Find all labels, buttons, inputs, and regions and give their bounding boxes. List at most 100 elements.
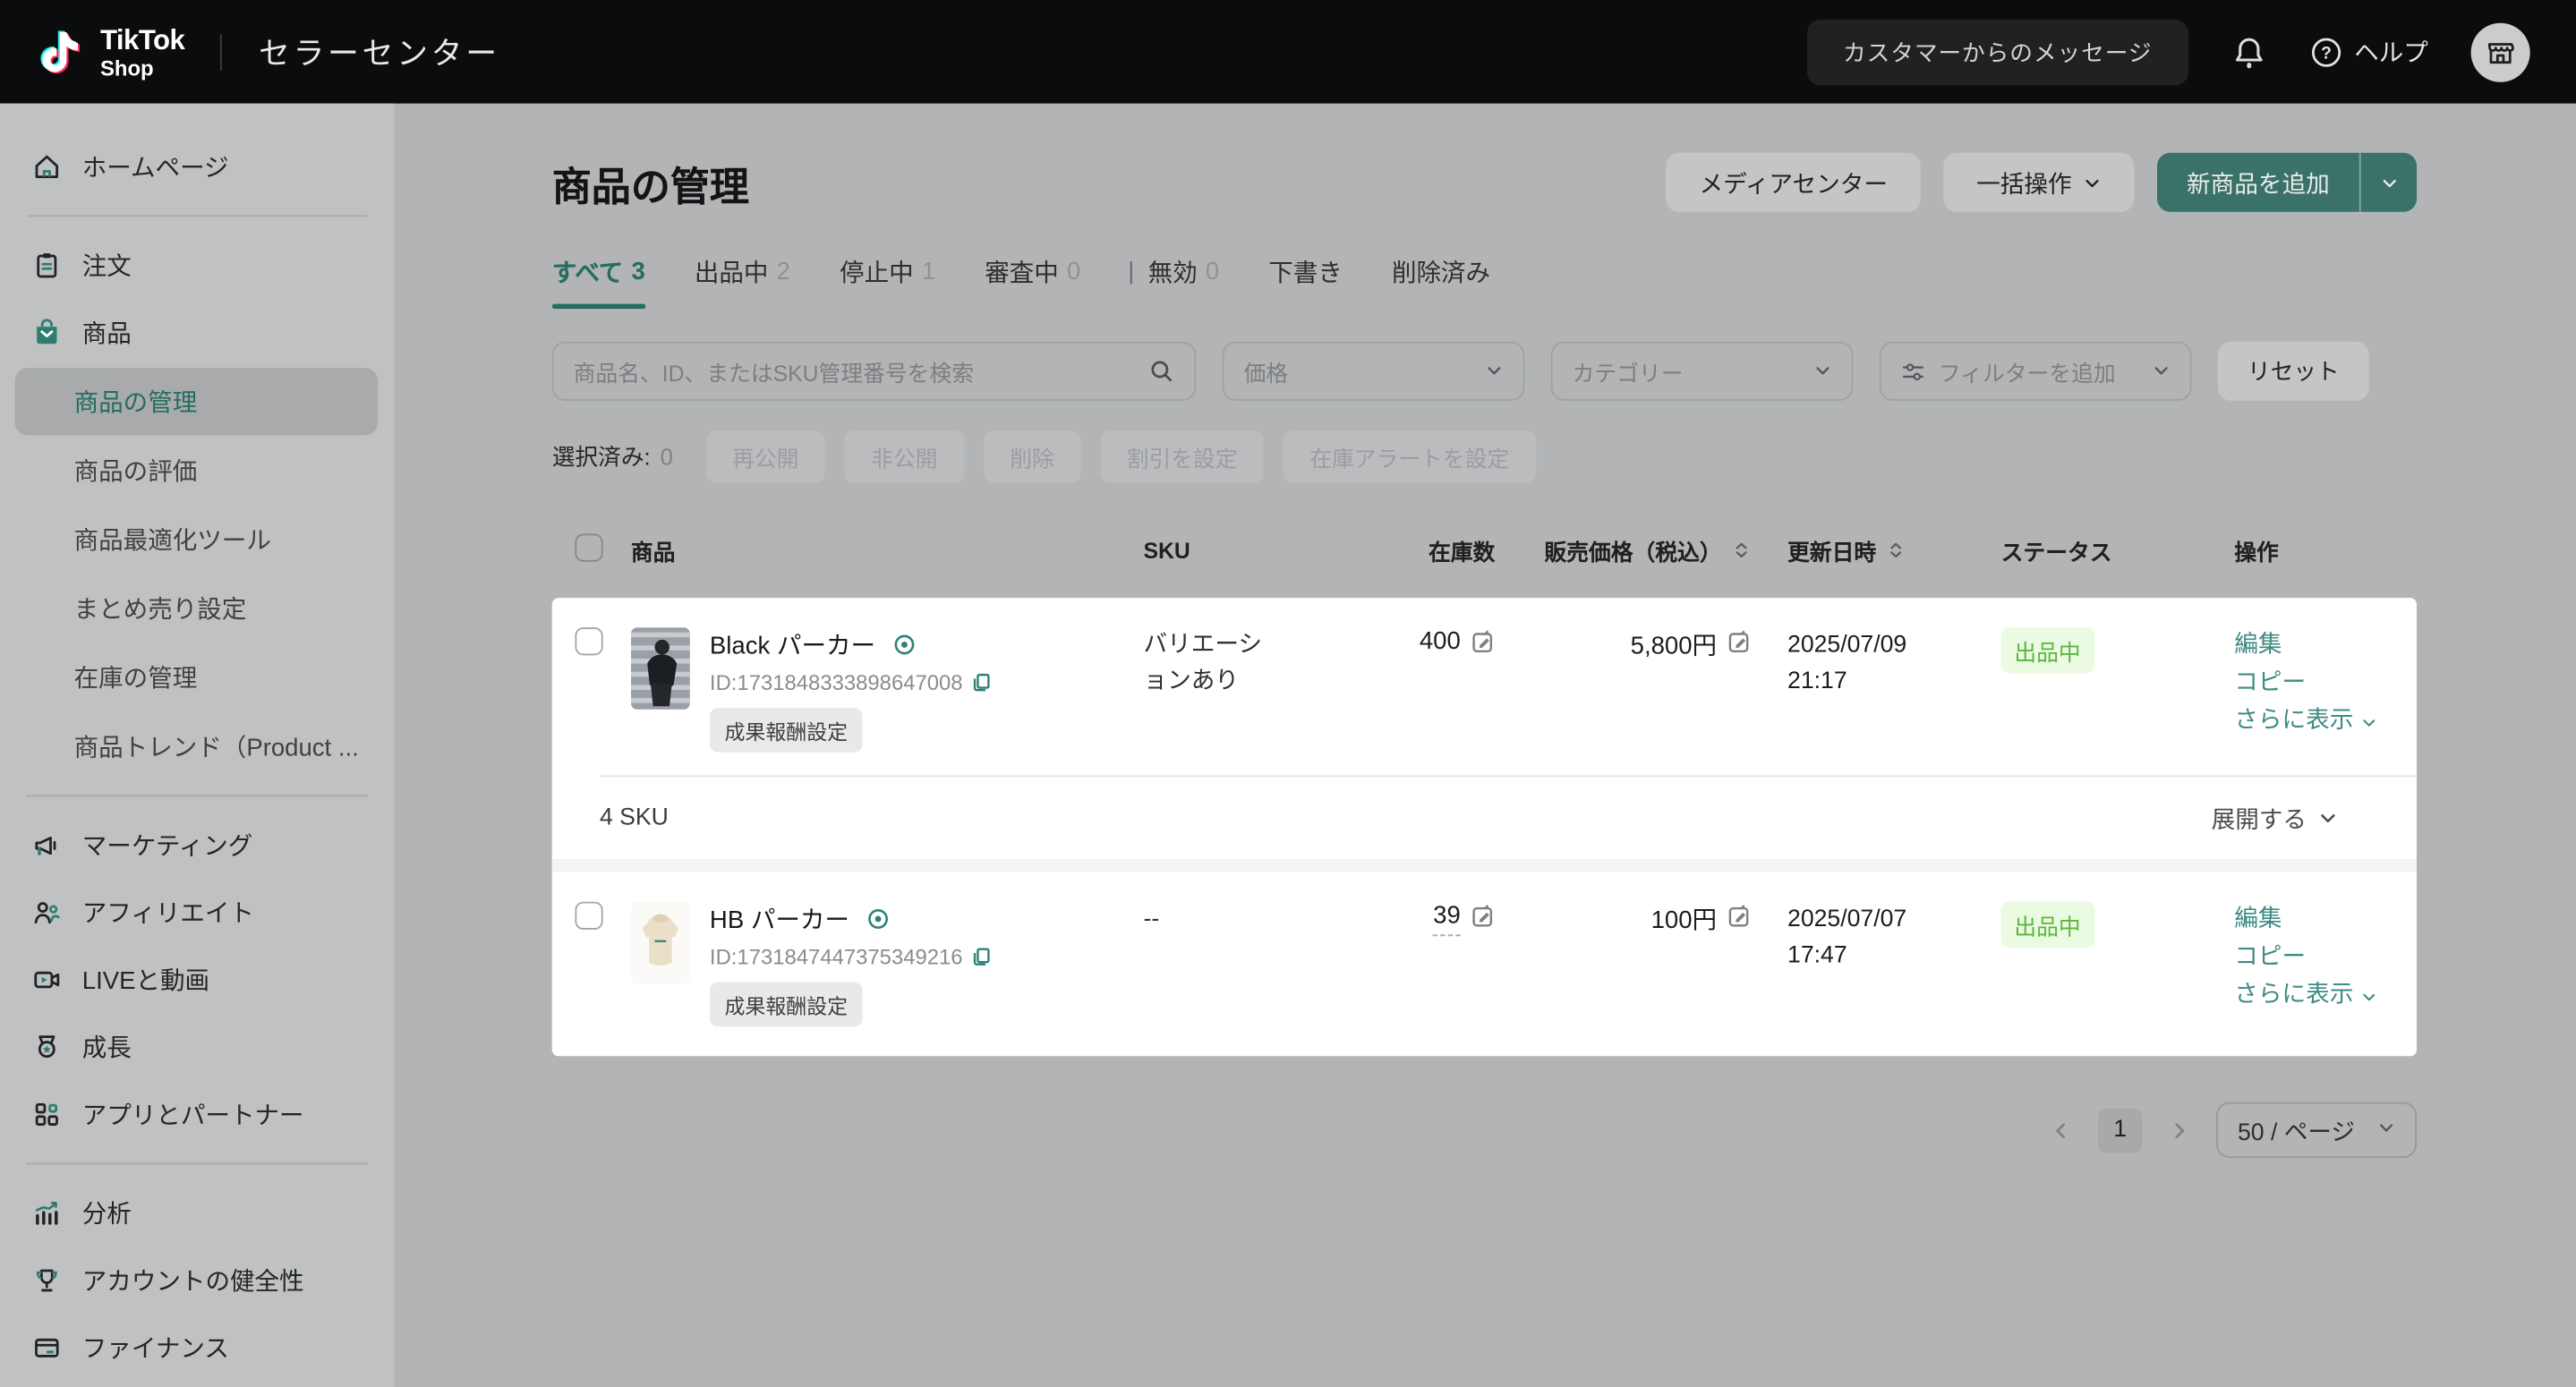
reset-button[interactable]: リセット	[2218, 342, 2369, 401]
add-product-button[interactable]: 新商品を追加	[2157, 153, 2359, 212]
show-more-link[interactable]: さらに表示	[2234, 703, 2393, 741]
set-stock-alert-button[interactable]: 在庫アラートを設定	[1284, 430, 1536, 483]
sidebar-item-finance[interactable]: ファイナンス	[0, 1314, 395, 1381]
edit-price-icon[interactable]	[1727, 629, 1752, 654]
sidebar-item-analytics[interactable]: 分析	[0, 1179, 395, 1247]
sidebar-subitem-label: 商品最適化ツール	[74, 523, 271, 557]
brand-line2: Shop	[100, 56, 184, 78]
selected-count: 0	[661, 444, 673, 470]
sort-icon	[1886, 540, 1906, 560]
sidebar-subitem-product-optimizer[interactable]: 商品最適化ツール	[15, 506, 379, 573]
sidebar-item-live-video[interactable]: LIVEと動画	[0, 946, 395, 1013]
product-name: Black パーカー	[710, 627, 875, 662]
sidebar-item-growth[interactable]: 成長	[0, 1014, 395, 1081]
edit-price-icon[interactable]	[1727, 904, 1752, 929]
edit-stock-icon[interactable]	[1471, 629, 1496, 654]
header-price-sortable[interactable]: 販売価格（税込）	[1495, 534, 1751, 567]
sidebar-item-apps-partners[interactable]: アプリとパートナー	[0, 1081, 395, 1148]
current-page[interactable]: 1	[2098, 1108, 2143, 1153]
category-filter-select[interactable]: カテゴリー	[1551, 342, 1854, 401]
app-title: セラーセンター	[259, 30, 500, 74]
tab-live[interactable]: 出品中 2	[695, 255, 790, 310]
sidebar-item-label: 注文	[82, 248, 132, 283]
delete-button[interactable]: 削除	[984, 430, 1080, 483]
sku-count: 4 SKU	[600, 804, 669, 830]
tab-under-review[interactable]: 審査中 0	[985, 255, 1080, 310]
add-product-dropdown-button[interactable]	[2361, 153, 2417, 212]
sidebar-subitem-bundle-settings[interactable]: まとめ売り設定	[15, 574, 379, 642]
product-table: Black パーカー ID:1731848333898647008	[552, 598, 2417, 1056]
notification-bell-icon[interactable]	[2231, 34, 2267, 70]
chevron-down-icon	[2360, 988, 2376, 1004]
customer-messages-button[interactable]: カスタマーからのメッセージ	[1807, 19, 2188, 84]
sidebar-subitem-label: 商品の評価	[74, 454, 198, 489]
search-input[interactable]: 商品名、ID、またはSKU管理番号を検索	[552, 342, 1197, 401]
row-checkbox[interactable]	[575, 627, 602, 655]
sidebar-subitem-product-ratings[interactable]: 商品の評価	[15, 437, 379, 504]
tab-suspended[interactable]: 停止中 1	[840, 255, 935, 310]
tab-count: 1	[922, 258, 935, 285]
stock-value: 400	[1420, 627, 1461, 655]
chevron-down-icon	[1813, 359, 1831, 384]
edit-stock-icon[interactable]	[1471, 904, 1496, 929]
shop-avatar[interactable]	[2471, 22, 2530, 81]
chevron-down-icon	[2380, 174, 2398, 191]
tab-all[interactable]: すべて 3	[552, 255, 645, 310]
search-placeholder: 商品名、ID、またはSKU管理番号を検索	[574, 354, 1148, 387]
media-center-button[interactable]: メディアセンター	[1667, 153, 1921, 212]
preview-eye-icon[interactable]	[866, 906, 891, 932]
tab-deleted[interactable]: 削除済み	[1392, 255, 1490, 310]
tab-inactive[interactable]: 無効 0	[1130, 255, 1219, 310]
sidebar-subitem-product-trends[interactable]: 商品トレンド（Product ...	[15, 713, 379, 780]
help-menu[interactable]: ? ヘルプ	[2310, 35, 2428, 70]
header-stock: 在庫数	[1363, 534, 1495, 567]
tab-label: 審査中	[985, 255, 1059, 290]
tiktok-shop-logo[interactable]: TikTok Shop	[36, 24, 184, 80]
copy-link[interactable]: コピー	[2234, 665, 2393, 702]
sidebar-item-account-health[interactable]: アカウントの健全性	[0, 1247, 395, 1314]
sidebar-item-marketing[interactable]: マーケティング	[0, 812, 395, 879]
sidebar-item-orders[interactable]: 注文	[0, 232, 395, 299]
unpublish-button[interactable]: 非公開	[845, 430, 964, 483]
header-operations: 操作	[2159, 534, 2393, 567]
sidebar-subitem-label: 商品の管理	[74, 385, 198, 420]
stock-value-low: 39	[1433, 902, 1461, 937]
live-video-icon	[31, 964, 63, 995]
sidebar-item-label: アフィリエイト	[82, 895, 254, 930]
sidebar-item-products[interactable]: 商品	[0, 299, 395, 366]
prev-page-button[interactable]	[2051, 1119, 2072, 1141]
sidebar-item-affiliate[interactable]: アフィリエイト	[0, 879, 395, 946]
help-icon: ?	[2310, 35, 2343, 68]
tab-label: 削除済み	[1392, 255, 1490, 290]
republish-button[interactable]: 再公開	[706, 430, 825, 483]
product-id: ID:1731848333898647008	[710, 670, 963, 695]
commission-badge: 成果報酬設定	[710, 983, 863, 1027]
preview-eye-icon[interactable]	[891, 633, 917, 658]
sidebar-subitem-inventory-management[interactable]: 在庫の管理	[15, 644, 379, 711]
set-discount-button[interactable]: 割引を設定	[1100, 430, 1264, 483]
copy-icon[interactable]	[971, 672, 993, 694]
edit-link[interactable]: 編集	[2234, 902, 2393, 940]
copy-link[interactable]: コピー	[2234, 940, 2393, 977]
price-filter-select[interactable]: 価格	[1223, 342, 1525, 401]
row-checkbox[interactable]	[575, 902, 602, 930]
bulk-operations-button[interactable]: 一括操作	[1943, 153, 2134, 212]
edit-link[interactable]: 編集	[2234, 627, 2393, 665]
page-size-select[interactable]: 50 / ページ	[2216, 1102, 2417, 1158]
select-all-checkbox[interactable]	[575, 534, 602, 562]
main-content: 商品の管理 メディアセンター 一括操作 新商品を追加	[395, 104, 2576, 1387]
add-filter-button[interactable]: フィルターを追加	[1880, 342, 2192, 401]
commission-badge: 成果報酬設定	[710, 708, 863, 753]
show-more-link[interactable]: さらに表示	[2234, 977, 2393, 1015]
sidebar-item-homepage[interactable]: ホームページ	[0, 133, 395, 200]
expand-button[interactable]: 展開する	[2212, 801, 2338, 836]
product-image-cream-hoodie	[631, 902, 690, 984]
tab-count: 0	[1067, 258, 1080, 285]
sidebar-subitem-label: 在庫の管理	[74, 660, 198, 695]
page-size-label: 50 / ページ	[2238, 1113, 2355, 1148]
tab-draft[interactable]: 下書き	[1268, 255, 1343, 310]
sidebar-subitem-product-management[interactable]: 商品の管理	[15, 368, 379, 435]
copy-icon[interactable]	[971, 946, 993, 967]
header-updated-sortable[interactable]: 更新日時	[1752, 534, 1962, 567]
next-page-button[interactable]	[2169, 1119, 2190, 1141]
